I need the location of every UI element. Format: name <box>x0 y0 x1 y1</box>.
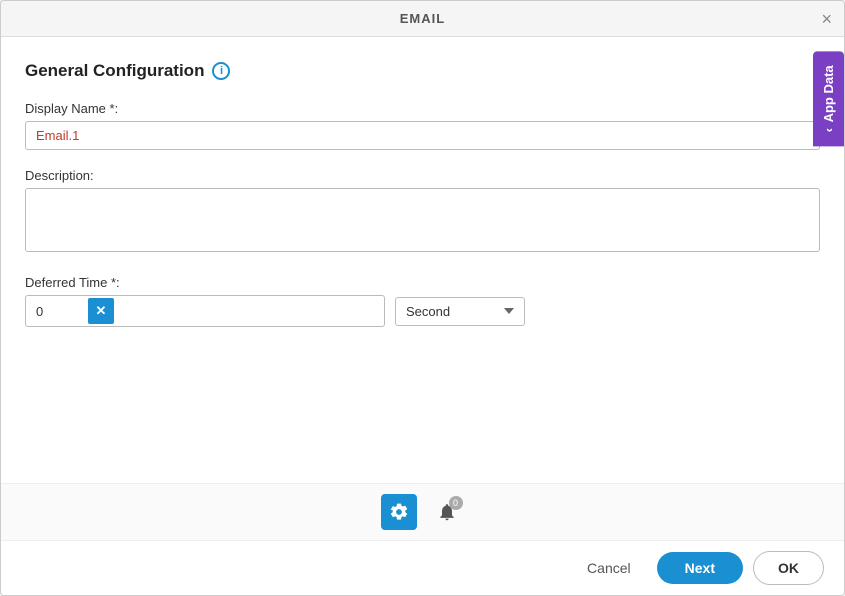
deferred-time-group: Deferred Time *: ✕ Second Minute Hour Da… <box>25 275 820 327</box>
clear-icon: ✕ <box>96 303 107 319</box>
time-unit-select[interactable]: Second Minute Hour Day <box>395 297 525 326</box>
title-bar: EMAIL × <box>1 1 844 37</box>
section-title-row: General Configuration i <box>25 61 820 81</box>
info-icon[interactable]: i <box>212 62 230 80</box>
display-name-group: Display Name *: <box>25 101 820 150</box>
description-input[interactable] <box>25 188 820 252</box>
app-data-tab[interactable]: ‹ App Data <box>813 51 844 146</box>
description-group: Description: <box>25 168 820 257</box>
chevron-icon: ‹ <box>821 128 836 132</box>
modal-body: General Configuration i Display Name *: … <box>1 37 844 483</box>
gear-icon <box>389 502 409 522</box>
modal-container: EMAIL × ‹ App Data General Configuration… <box>0 0 845 596</box>
deferred-time-label: Deferred Time *: <box>25 275 820 290</box>
next-button[interactable]: Next <box>657 552 743 584</box>
deferred-time-row: ✕ Second Minute Hour Day <box>25 295 820 327</box>
info-icon-label: i <box>220 65 223 77</box>
app-data-label: App Data <box>821 65 836 122</box>
icon-bar: 0 <box>1 483 844 540</box>
modal-title: EMAIL <box>400 11 445 26</box>
settings-icon-button[interactable] <box>381 494 417 530</box>
ok-button[interactable]: OK <box>753 551 824 585</box>
cancel-button[interactable]: Cancel <box>571 552 647 584</box>
notifications-icon-button[interactable]: 0 <box>429 494 465 530</box>
deferred-input-wrapper: ✕ <box>25 295 385 327</box>
display-name-input[interactable] <box>25 121 820 150</box>
display-name-label: Display Name *: <box>25 101 820 116</box>
description-label: Description: <box>25 168 820 183</box>
deferred-time-input[interactable] <box>26 298 86 325</box>
section-title-text: General Configuration <box>25 61 204 81</box>
clear-deferred-button[interactable]: ✕ <box>88 298 114 324</box>
notification-badge: 0 <box>449 496 463 510</box>
modal-footer: Cancel Next OK <box>1 540 844 595</box>
close-button[interactable]: × <box>821 10 832 28</box>
